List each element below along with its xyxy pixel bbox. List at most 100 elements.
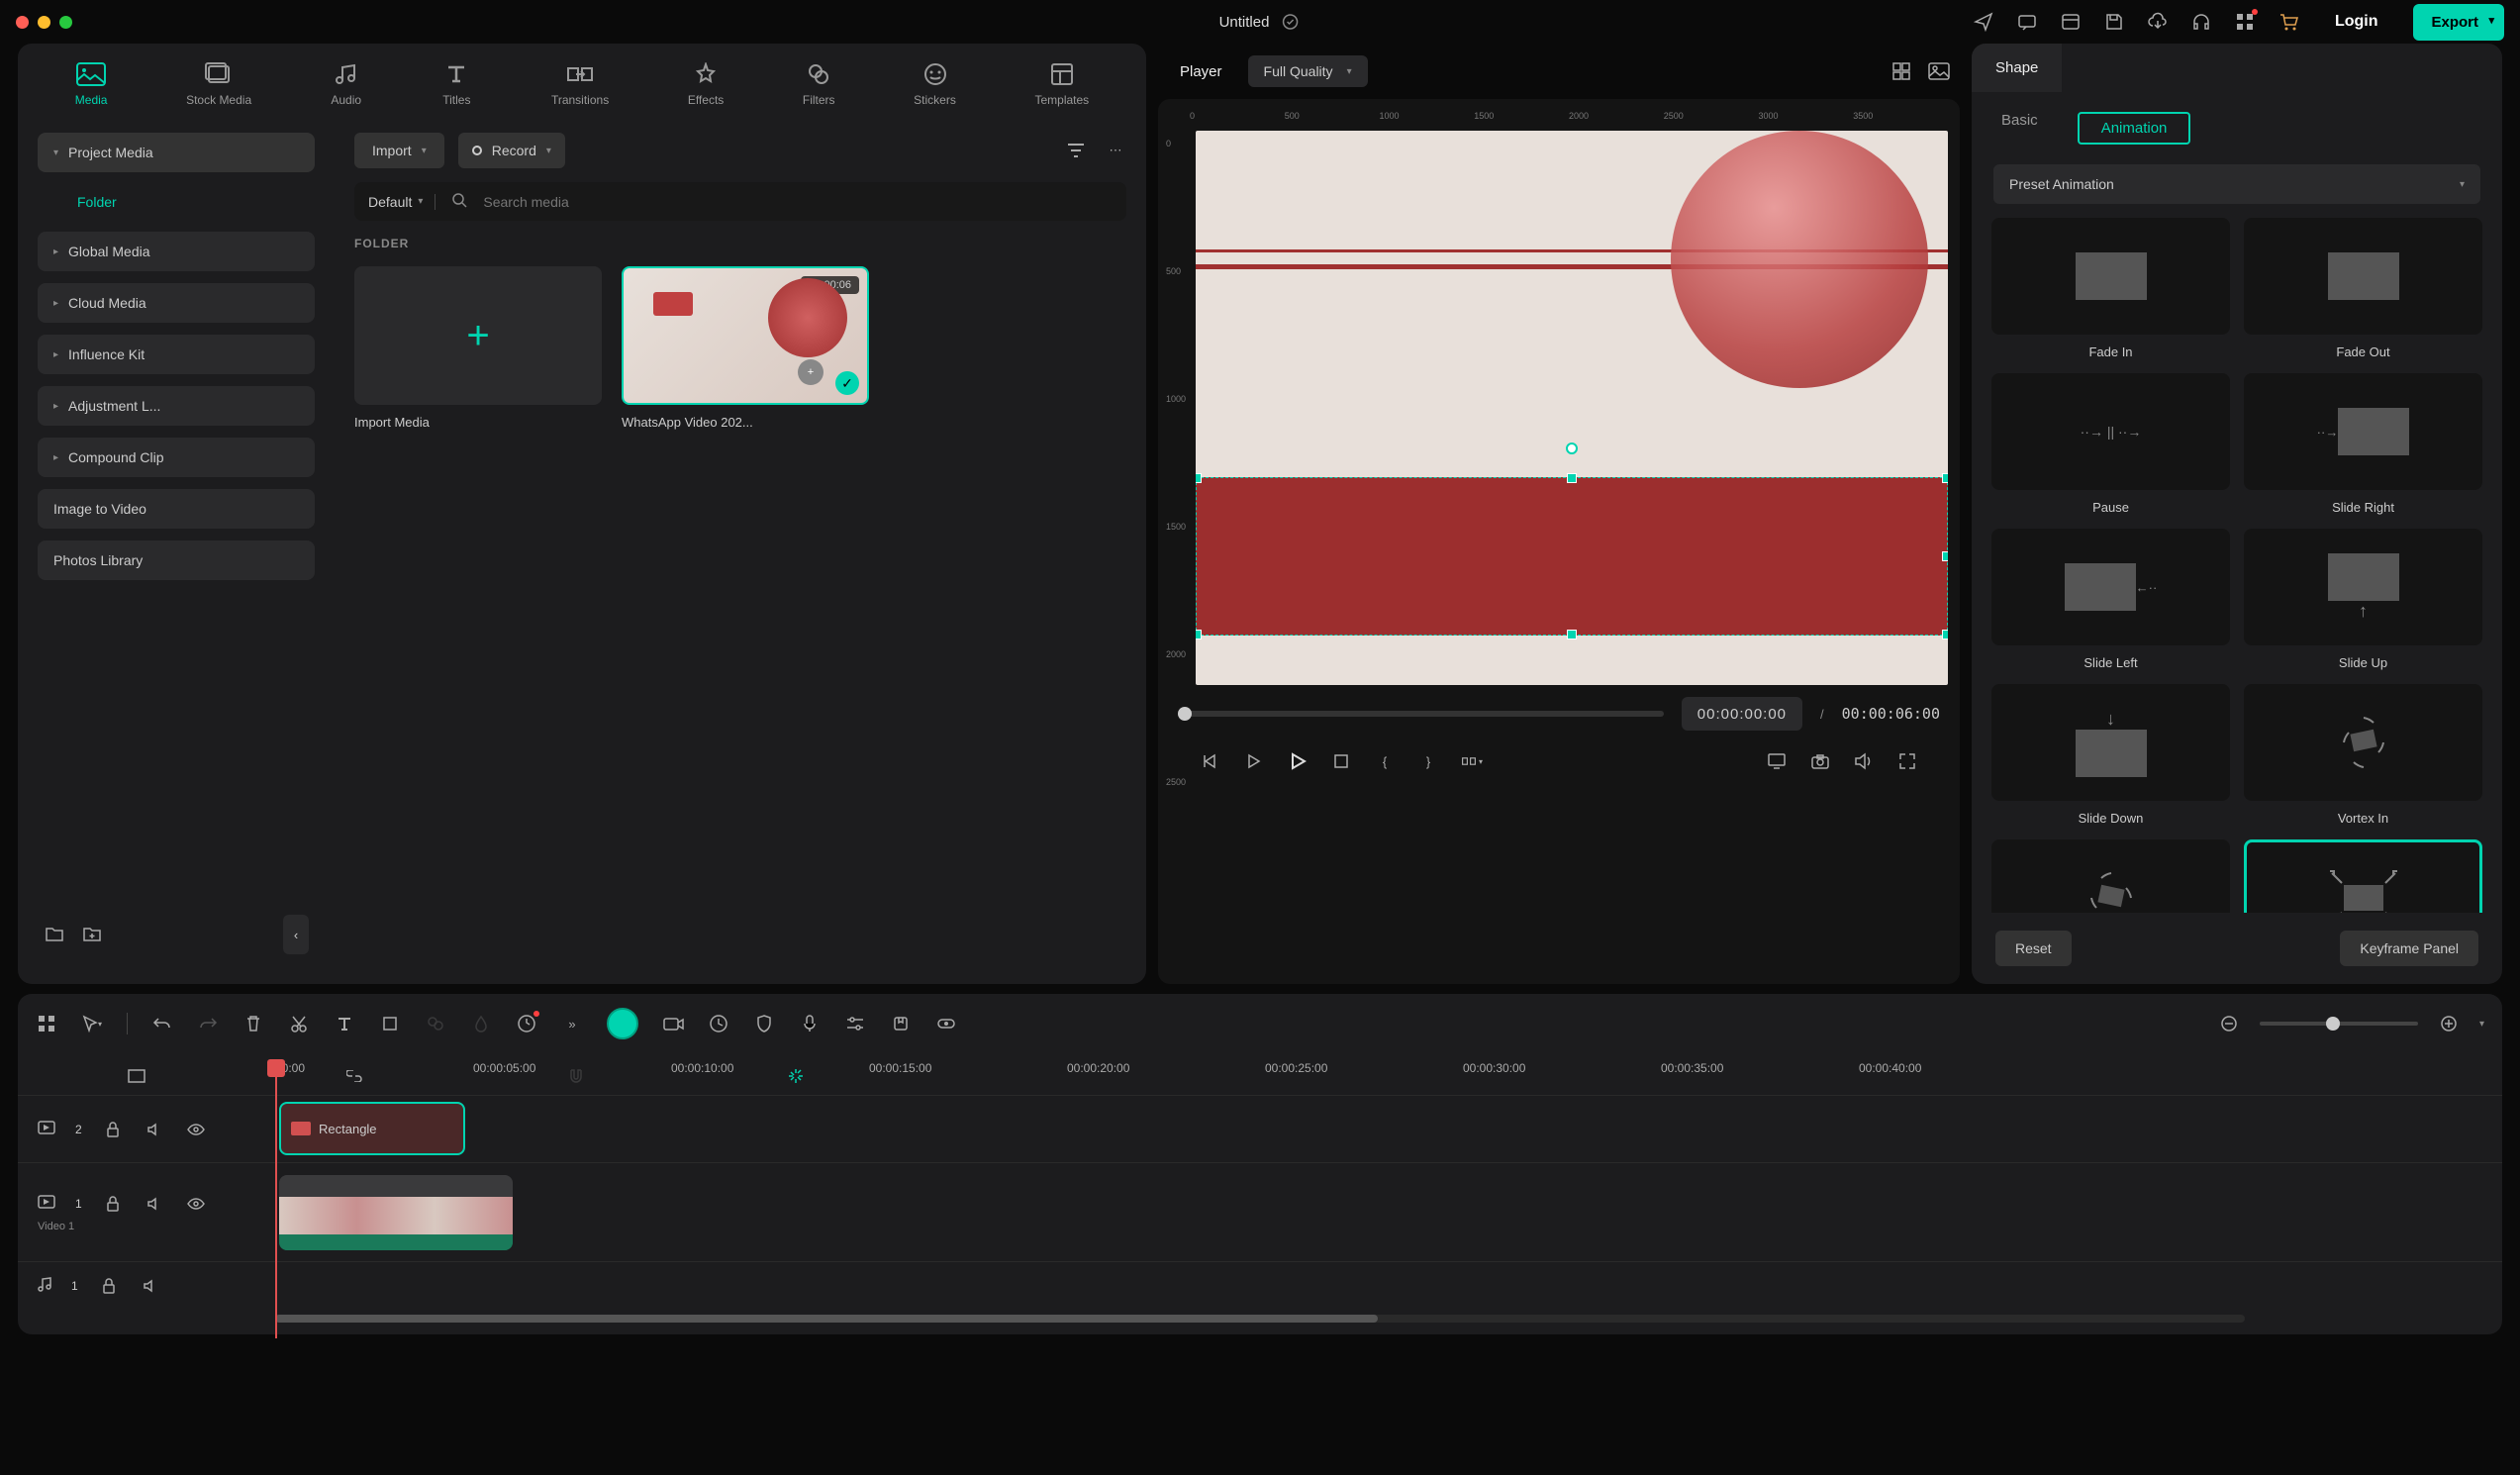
ai-enhance-icon[interactable] <box>516 1013 537 1034</box>
anim-zoom-in[interactable]: Zoom In <box>2244 839 2482 913</box>
crop-icon[interactable] <box>379 1013 401 1034</box>
sidebar-compound-clip[interactable]: ▸Compound Clip <box>38 438 315 477</box>
playhead[interactable] <box>275 1061 277 1338</box>
play-icon[interactable] <box>1287 750 1308 772</box>
preview-viewport[interactable]: 0500100015002000250030003500 05001000150… <box>1158 99 1960 984</box>
keyframe-panel-button[interactable]: Keyframe Panel <box>2340 931 2478 966</box>
redo-icon[interactable] <box>197 1013 219 1034</box>
prev-frame-icon[interactable] <box>1200 750 1221 772</box>
arrange-icon[interactable]: ▾ <box>1461 750 1483 772</box>
avatar-button[interactable] <box>607 1008 638 1039</box>
auto-ripple-icon[interactable] <box>697 1065 895 1087</box>
cursor-icon[interactable]: ▾ <box>81 1013 103 1034</box>
lock-icon[interactable] <box>98 1275 120 1297</box>
canvas[interactable] <box>1196 131 1948 685</box>
tab-effects[interactable]: Effects <box>688 61 724 107</box>
tab-stock-media[interactable]: Stock Media <box>186 61 251 107</box>
tab-titles[interactable]: Titles <box>440 61 472 107</box>
rotate-handle[interactable] <box>1566 442 1578 454</box>
tab-templates[interactable]: Templates <box>1034 61 1089 107</box>
time-ruler[interactable]: 00:0000:00:05:0000:00:10:0000:00:15:0000… <box>18 1061 2502 1095</box>
preset-animation-select[interactable]: Preset Animation▾ <box>1993 164 2480 204</box>
sidebar-global-media[interactable]: ▸Global Media <box>38 232 315 271</box>
zoom-menu[interactable]: ▾ <box>2479 1019 2484 1030</box>
sidebar-image-to-video[interactable]: Image to Video <box>38 489 315 529</box>
snapshot-icon[interactable] <box>1809 750 1831 772</box>
export-button[interactable]: Export <box>2413 4 2504 41</box>
maximize-window[interactable] <box>59 16 72 29</box>
new-folder-icon[interactable] <box>44 924 65 945</box>
anim-slide-right[interactable]: ··→ Slide Right <box>2244 373 2482 515</box>
minimize-window[interactable] <box>38 16 50 29</box>
sidebar-project-media[interactable]: ▾Project Media <box>38 133 315 172</box>
filter-icon[interactable] <box>1065 140 1087 161</box>
send-icon[interactable] <box>1973 11 1994 33</box>
anim-slide-down[interactable]: ↓Slide Down <box>1991 684 2230 826</box>
expand-icon[interactable]: » <box>561 1013 583 1034</box>
fullscreen-icon[interactable] <box>1896 750 1918 772</box>
tab-stickers[interactable]: Stickers <box>914 61 956 107</box>
apps-icon[interactable] <box>2234 11 2256 33</box>
anim-slide-up[interactable]: ↑Slide Up <box>2244 529 2482 670</box>
basic-tab[interactable]: Basic <box>2001 112 2038 145</box>
droplet-icon[interactable] <box>470 1013 492 1034</box>
record-button[interactable]: Record▾ <box>458 133 565 168</box>
sidebar-photos-library[interactable]: Photos Library <box>38 541 315 580</box>
cut-icon[interactable] <box>288 1013 310 1034</box>
anim-vortex-out[interactable]: Vortex Out <box>1991 839 2230 913</box>
collapse-sidebar[interactable]: ‹ <box>283 915 309 954</box>
player-tab[interactable]: Player <box>1168 57 1234 86</box>
sidebar-adjustment-layer[interactable]: ▸Adjustment L... <box>38 386 315 426</box>
anim-slide-left[interactable]: ←··Slide Left <box>1991 529 2230 670</box>
stop-icon[interactable] <box>1330 750 1352 772</box>
camera-icon[interactable] <box>662 1013 684 1034</box>
close-window[interactable] <box>16 16 29 29</box>
clip-rectangle[interactable]: Rectangle <box>279 1102 465 1155</box>
search-input[interactable] <box>483 194 1113 210</box>
effects-off-icon[interactable] <box>425 1013 446 1034</box>
import-media-card[interactable]: + Import Media <box>354 266 602 430</box>
shape-tab[interactable]: Shape <box>1972 44 2062 92</box>
import-button[interactable]: Import▾ <box>354 133 444 168</box>
shield-icon[interactable] <box>753 1013 775 1034</box>
anim-pause[interactable]: ··→ || ··→Pause <box>1991 373 2230 515</box>
clip-video[interactable]: WhatsApp Vid... <box>279 1175 513 1250</box>
save-icon[interactable] <box>2103 11 2125 33</box>
reset-button[interactable]: Reset <box>1995 931 2072 966</box>
speed-icon[interactable] <box>708 1013 729 1034</box>
animation-tab[interactable]: Animation <box>2078 112 2191 145</box>
delete-icon[interactable] <box>242 1013 264 1034</box>
layout-icon[interactable] <box>2060 11 2082 33</box>
adjust-icon[interactable] <box>844 1013 866 1034</box>
zoom-handle[interactable] <box>2326 1017 2340 1031</box>
scrollbar-thumb[interactable] <box>275 1315 1378 1323</box>
folder-add-icon[interactable] <box>81 924 103 945</box>
selected-shape[interactable] <box>1196 477 1948 636</box>
mark-out-icon[interactable]: } <box>1417 750 1439 772</box>
cloud-download-icon[interactable] <box>2147 11 2169 33</box>
zoom-out-icon[interactable] <box>2218 1013 2240 1034</box>
zoom-in-icon[interactable] <box>2438 1013 2460 1034</box>
text-icon[interactable] <box>334 1013 355 1034</box>
image-view-icon[interactable] <box>1928 60 1950 82</box>
grid-view-icon[interactable] <box>1890 60 1912 82</box>
track-add-icon[interactable] <box>38 1065 236 1087</box>
sidebar-cloud-media[interactable]: ▸Cloud Media <box>38 283 315 323</box>
sync-status-icon[interactable] <box>1279 11 1301 33</box>
undo-icon[interactable] <box>151 1013 173 1034</box>
zoom-slider[interactable] <box>2260 1022 2418 1026</box>
volume-icon[interactable] <box>1853 750 1875 772</box>
sort-select[interactable]: Default▾ <box>368 194 436 210</box>
visibility-icon[interactable] <box>185 1193 207 1215</box>
timeline-scrollbar[interactable] <box>275 1315 2245 1323</box>
message-icon[interactable] <box>2016 11 2038 33</box>
mute-icon[interactable] <box>140 1275 161 1297</box>
monitor-icon[interactable] <box>1766 750 1788 772</box>
tab-media[interactable]: Media <box>75 61 108 107</box>
timeline-grid-icon[interactable] <box>36 1013 57 1034</box>
tab-transitions[interactable]: Transitions <box>551 61 609 107</box>
anim-vortex-in[interactable]: Vortex In <box>2244 684 2482 826</box>
scrubber[interactable] <box>1178 711 1664 717</box>
headphones-icon[interactable] <box>2190 11 2212 33</box>
add-to-timeline-icon[interactable]: + <box>798 359 824 385</box>
